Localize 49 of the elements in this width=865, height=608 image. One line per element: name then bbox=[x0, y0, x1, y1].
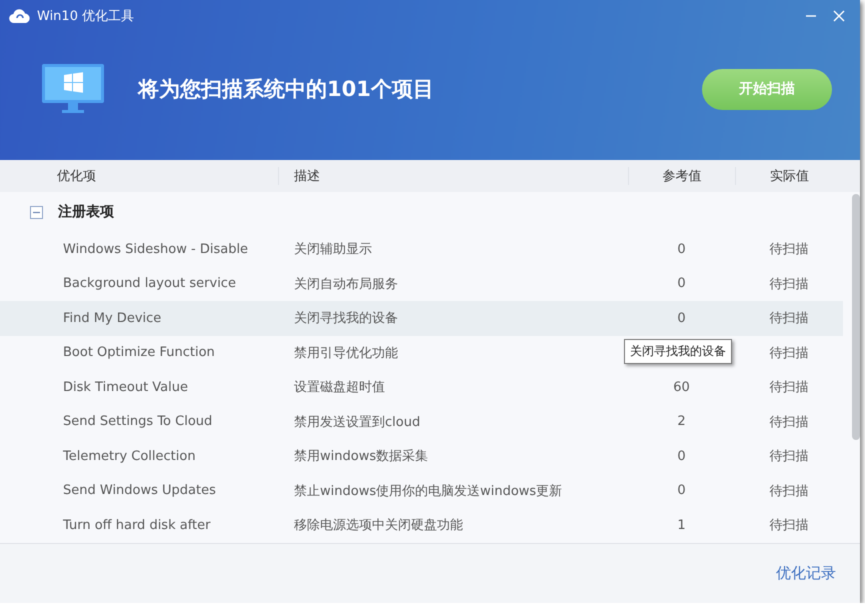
table-cell-text: 2 bbox=[676, 413, 687, 432]
table-cell-text: 0 bbox=[676, 275, 687, 294]
history-link[interactable]: 优化记录 bbox=[776, 564, 836, 583]
monitor-icon bbox=[42, 64, 104, 114]
table-cell-text: 待扫描 bbox=[768, 276, 810, 294]
table-cell-text: 0 bbox=[676, 482, 687, 500]
table-cell: 待扫描 bbox=[735, 301, 843, 336]
table-cell-text: 待扫描 bbox=[768, 448, 810, 466]
table-cell[interactable]: Boot Optimize Function bbox=[0, 336, 278, 370]
table-cell: 0 bbox=[628, 301, 735, 336]
collapse-icon[interactable] bbox=[30, 206, 43, 219]
column-header: 优化项 bbox=[56, 168, 97, 186]
table-cell-text: 0 bbox=[676, 448, 687, 466]
table-cell-text: 关闭辅助显示 bbox=[293, 241, 373, 260]
table-cell-text: 60 bbox=[672, 378, 691, 397]
column-header: 参考值 bbox=[628, 167, 735, 186]
window-title: Win10 优化工具 bbox=[37, 8, 136, 25]
cloud-icon bbox=[9, 8, 31, 24]
table-cell-text: 设置磁盘超时值 bbox=[293, 379, 386, 398]
table-cell[interactable]: Background layout service bbox=[0, 266, 278, 302]
scan-message: 将为您扫描系统中的101个项目 bbox=[138, 76, 435, 104]
table-cell-text: 待扫描 bbox=[768, 482, 810, 501]
table-cell-text: 关闭自动布局服务 bbox=[293, 276, 399, 294]
table-cell[interactable]: Disk Timeout Value bbox=[0, 370, 278, 405]
table-cell-text: 禁用引导优化功能 bbox=[293, 344, 399, 363]
table-cell[interactable]: Send Settings To Cloud bbox=[0, 404, 278, 440]
table-cell-text: 移除电源选项中关闭硬盘功能 bbox=[293, 517, 464, 536]
tooltip: 关闭寻找我的设备 bbox=[624, 339, 732, 364]
scrollbar-thumb[interactable] bbox=[852, 194, 860, 440]
table-cell[interactable]: Windows Sideshow - Disable bbox=[0, 232, 278, 267]
table-cell[interactable]: Turn off hard disk after bbox=[0, 508, 278, 543]
table-cell-text: 1 bbox=[676, 516, 687, 535]
table-cell-text: 待扫描 bbox=[768, 517, 810, 536]
table-cell-text: 0 bbox=[676, 240, 687, 259]
table-cell[interactable]: Send Windows Updates bbox=[0, 474, 278, 508]
table-cell-text: 待扫描 bbox=[768, 414, 810, 432]
table-cell-text: 禁用发送设置到cloud bbox=[293, 414, 422, 432]
table-cell-text: 待扫描 bbox=[768, 379, 810, 398]
close-icon[interactable] bbox=[833, 10, 845, 22]
table-cell-text: 禁止windows使用你的电脑发送windows更新 bbox=[293, 482, 564, 501]
table-cell[interactable]: Find My Device bbox=[0, 301, 278, 336]
group-label: 注册表项 bbox=[58, 203, 114, 222]
table-cell-text: 待扫描 bbox=[768, 344, 810, 363]
table-cell[interactable]: Telemetry Collection bbox=[0, 439, 278, 474]
table-cell: 关闭寻找我的设备 bbox=[278, 301, 628, 336]
column-header: 实际值 bbox=[735, 167, 843, 186]
column-header: 描述 bbox=[278, 167, 628, 186]
table-cell-text: 待扫描 bbox=[768, 241, 810, 260]
table-cell-text: 禁用windows数据采集 bbox=[293, 448, 430, 466]
